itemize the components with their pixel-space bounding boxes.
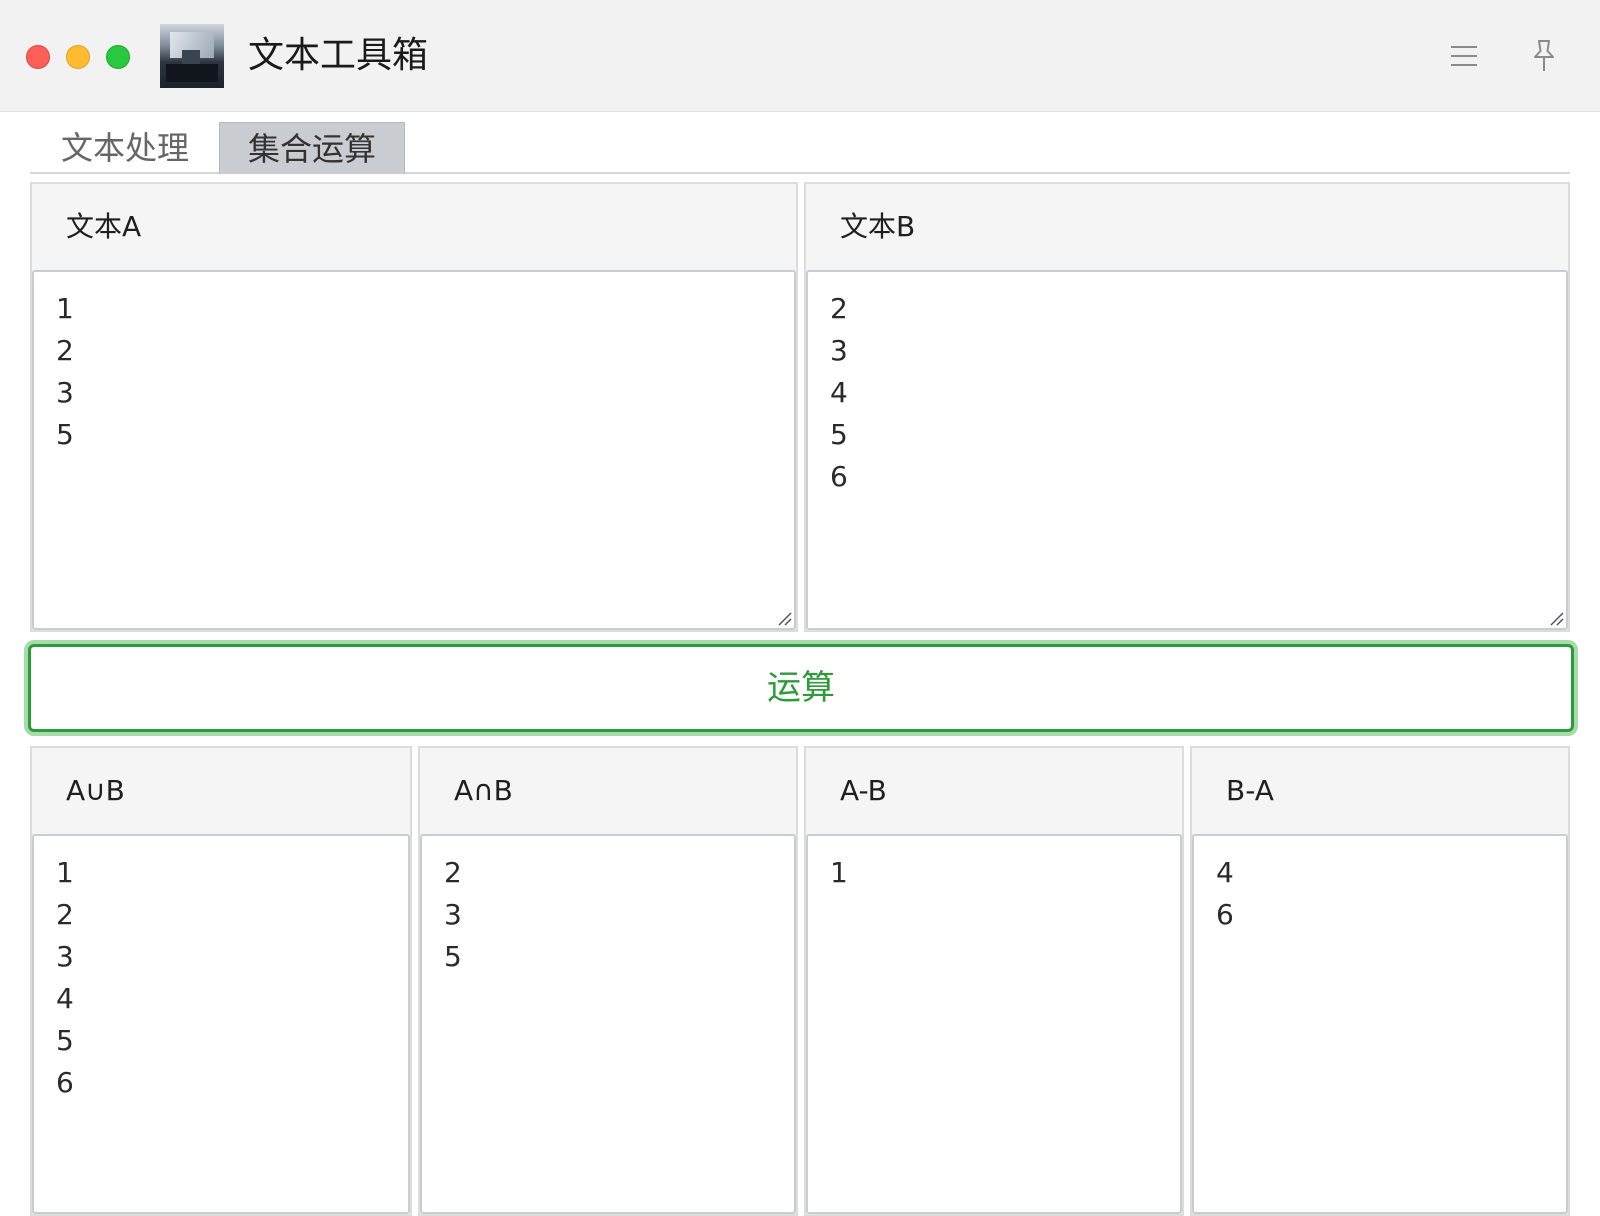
tab-bar: 文本处理 集合运算 [30,122,1570,174]
union-textarea[interactable]: 1 2 3 4 5 6 [32,834,410,1214]
window-title: 文本工具箱 [248,35,429,76]
b-minus-a-panel: B-A 4 6 [1190,746,1570,1216]
close-window-button[interactable] [26,45,50,69]
union-panel: A∪B 1 2 3 4 5 6 [30,746,412,1216]
union-label: A∪B [66,774,125,807]
text-b-textarea[interactable]: 2 3 4 5 6 [806,270,1568,630]
title-bar: 文本工具箱 [0,0,1600,112]
resize-grip-icon[interactable] [776,610,792,626]
calculate-button[interactable]: 运算 [28,644,1574,732]
text-a-panel: 文本A 1 2 3 5 [30,182,798,632]
intersection-label: A∩B [454,774,513,807]
minimize-window-button[interactable] [66,45,90,69]
tab-text-processing[interactable]: 文本处理 [60,122,190,174]
maximize-window-button[interactable] [106,45,130,69]
text-b-label: 文本B [840,210,916,243]
resize-grip-icon[interactable] [1548,610,1564,626]
pin-icon[interactable] [1524,36,1564,76]
text-a-label: 文本A [66,210,142,243]
b-minus-a-textarea[interactable]: 4 6 [1192,834,1568,1214]
app-icon [160,24,224,88]
b-minus-a-label: B-A [1226,774,1274,807]
a-minus-b-label: A-B [840,774,887,807]
intersection-panel: A∩B 2 3 5 [418,746,798,1216]
intersection-textarea[interactable]: 2 3 5 [420,834,796,1214]
a-minus-b-panel: A-B 1 [804,746,1184,1216]
hamburger-menu-icon[interactable] [1444,36,1484,76]
tab-set-operations[interactable]: 集合运算 [219,122,405,174]
a-minus-b-textarea[interactable]: 1 [806,834,1182,1214]
text-a-textarea[interactable]: 1 2 3 5 [32,270,796,630]
text-b-panel: 文本B 2 3 4 5 6 [804,182,1570,632]
